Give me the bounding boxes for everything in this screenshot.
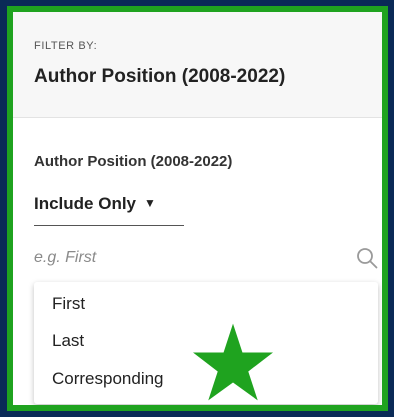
filter-panel: FILTER BY: Author Position (2008-2022) A… bbox=[7, 6, 388, 411]
include-mode-select[interactable]: Include Only ▼ bbox=[34, 194, 184, 226]
filter-by-label: FILTER BY: bbox=[34, 40, 98, 52]
search-input[interactable] bbox=[34, 243, 334, 273]
option-last[interactable]: Last bbox=[52, 331, 84, 351]
option-first[interactable]: First bbox=[52, 294, 85, 314]
include-mode-value: Include Only bbox=[34, 194, 137, 213]
search-icon[interactable] bbox=[355, 246, 379, 270]
filter-title: Author Position (2008-2022) bbox=[34, 66, 286, 87]
search-row bbox=[34, 243, 379, 275]
star-icon bbox=[193, 323, 273, 401]
option-corresponding[interactable]: Corresponding bbox=[52, 369, 164, 389]
section-label: Author Position (2008-2022) bbox=[34, 153, 233, 170]
caret-down-icon: ▼ bbox=[144, 196, 156, 210]
filter-header: FILTER BY: Author Position (2008-2022) bbox=[13, 12, 382, 118]
